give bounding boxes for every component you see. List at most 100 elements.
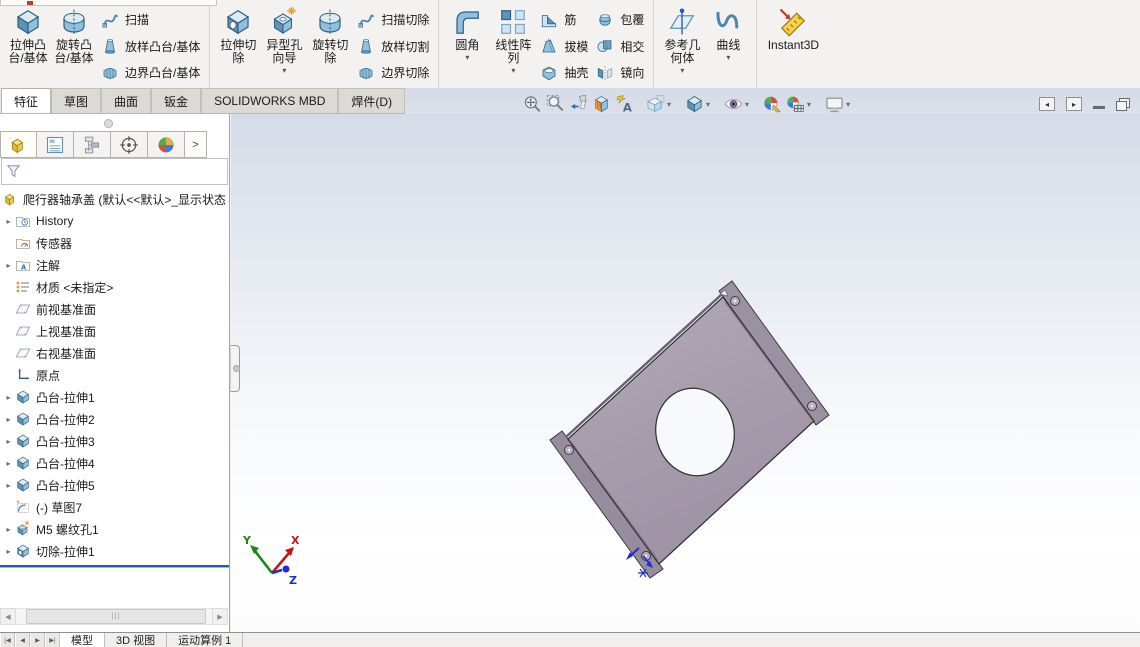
scroll-left-button[interactable]: ◀	[0, 608, 16, 625]
linear-pattern-dropdown-icon[interactable]: ▾	[511, 67, 515, 75]
section-view-button[interactable]	[591, 94, 612, 114]
minimize-button[interactable]	[1093, 106, 1105, 109]
tree-filter-bar[interactable]	[1, 158, 228, 185]
tree-item-right-plane[interactable]: 右视基准面	[0, 342, 229, 364]
rollback-bar[interactable]	[0, 565, 229, 567]
propertymanager-tab[interactable]	[37, 131, 74, 158]
dimxpertmanager-tab[interactable]	[111, 131, 148, 158]
nav-last-button[interactable]: ▶|	[45, 633, 60, 647]
panel-splitter-grip[interactable]	[104, 119, 113, 128]
expand-arrow-icon[interactable]: ▸	[2, 393, 15, 402]
display-style-button[interactable]: ▾	[684, 94, 713, 114]
3d-views-tab[interactable]: 3D 视图	[105, 633, 168, 647]
tab-surfaces[interactable]: 曲面	[101, 88, 152, 113]
reference-geometry-dropdown-icon[interactable]: ▾	[680, 67, 684, 75]
model-tab[interactable]: 模型	[60, 633, 105, 647]
tree-item-cut-extrude1[interactable]: ▸ 切除-拉伸1	[0, 540, 229, 562]
linear-pattern-button[interactable]: 线性阵列 ▾	[490, 6, 536, 86]
nav-next-button[interactable]: ▶	[30, 633, 45, 647]
tree-root-item[interactable]: 爬行器轴承盖 (默认<<默认>_显示状态	[0, 188, 229, 210]
draft-button[interactable]: 拔模	[540, 34, 588, 59]
restore-button[interactable]	[1116, 97, 1130, 111]
hide-show-items-dropdown-icon[interactable]: ▾	[745, 100, 749, 109]
collapse-pane-left-button[interactable]: ◂	[1039, 97, 1055, 111]
featuremanager-tree-tab[interactable]	[0, 131, 37, 158]
tab-features[interactable]: 特征	[1, 88, 52, 113]
expand-arrow-icon[interactable]: ▸	[2, 217, 15, 226]
scroll-right-button[interactable]: ▶	[212, 608, 228, 625]
scrollbar-thumb[interactable]: |||	[26, 609, 206, 624]
mirror-button[interactable]: 镜向	[596, 60, 644, 85]
zoom-to-fit-button[interactable]	[522, 94, 543, 114]
wrap-button[interactable]: 包覆	[596, 7, 644, 32]
tree-item-boss-extrude3[interactable]: ▸ 凸台-拉伸3	[0, 430, 229, 452]
tree-item-history[interactable]: ▸ History	[0, 210, 229, 232]
hole-wizard-dropdown-icon[interactable]: ▾	[282, 67, 286, 75]
tree-item-material[interactable]: 材质 <未指定>	[0, 276, 229, 298]
displaymanager-tab[interactable]	[148, 131, 185, 158]
boundary-boss-button[interactable]: 边界凸台/基体	[101, 60, 200, 85]
tab-sketch[interactable]: 草图	[51, 88, 102, 113]
tree-item-boss-extrude1[interactable]: ▸ 凸台-拉伸1	[0, 386, 229, 408]
view-settings-button[interactable]: ▾	[824, 94, 853, 114]
model-main-plate[interactable]	[565, 289, 815, 565]
nav-prev-button[interactable]: ◀	[15, 633, 30, 647]
tree-item-front-plane[interactable]: 前视基准面	[0, 298, 229, 320]
tree-item-sensors[interactable]: 传感器	[0, 232, 229, 254]
shell-button[interactable]: 抽壳	[540, 60, 588, 85]
panel-splitter-handle[interactable]	[230, 345, 240, 392]
revolve-boss-button[interactable]: 旋转凸台/基体	[51, 6, 97, 86]
expand-arrow-icon[interactable]: ▸	[2, 547, 15, 556]
part-model-3d-view[interactable]: Y X Z	[231, 114, 1140, 633]
apply-scene-button[interactable]: ▾	[785, 94, 814, 114]
expand-arrow-icon[interactable]: ▸	[2, 437, 15, 446]
collapse-pane-right-button[interactable]: ▸	[1066, 97, 1082, 111]
previous-view-button[interactable]	[568, 94, 589, 114]
scrollbar-track[interactable]: |||	[16, 608, 212, 625]
hide-show-annotations-button[interactable]	[614, 94, 635, 114]
reference-geometry-button[interactable]: 参考几何体 ▾	[659, 6, 705, 86]
fillet-dropdown-icon[interactable]: ▾	[465, 54, 469, 62]
tree-item-annotations[interactable]: ▸ 注解	[0, 254, 229, 276]
tree-item-boss-extrude5[interactable]: ▸ 凸台-拉伸5	[0, 474, 229, 496]
nav-first-button[interactable]: |◀	[0, 633, 15, 647]
tree-item-boss-extrude4[interactable]: ▸ 凸台-拉伸4	[0, 452, 229, 474]
tree-item-origin[interactable]: 原点	[0, 364, 229, 386]
sweep-button[interactable]: 扫描	[101, 7, 200, 32]
intersect-button[interactable]: 相交	[596, 34, 644, 59]
hole-wizard-button[interactable]: 异型孔向导 ▾	[261, 6, 307, 86]
fillet-button[interactable]: 圆角 ▾	[444, 6, 490, 86]
tree-item-sketch7[interactable]: (-) 草图7	[0, 496, 229, 518]
loft-button[interactable]: 放样凸台/基体	[101, 34, 200, 59]
expand-arrow-icon[interactable]: ▸	[2, 481, 15, 490]
tab-weldments[interactable]: 焊件(D)	[338, 88, 406, 113]
zoom-to-area-button[interactable]	[545, 94, 566, 114]
apply-scene-dropdown-icon[interactable]: ▾	[807, 100, 811, 109]
tab-sheet-metal[interactable]: 钣金	[151, 88, 202, 113]
view-settings-dropdown-icon[interactable]: ▾	[846, 100, 850, 109]
hide-show-items-button[interactable]: ▾	[723, 94, 752, 114]
extrude-boss-button[interactable]: 拉伸凸台/基体	[5, 6, 51, 86]
panel-flyout-arrow[interactable]: >	[185, 131, 207, 158]
expand-arrow-icon[interactable]: ▸	[2, 459, 15, 468]
loft-cut-button[interactable]: 放样切割	[357, 34, 429, 59]
curves-dropdown-icon[interactable]: ▾	[726, 54, 730, 62]
revolve-cut-button[interactable]: 旋转切除	[307, 6, 353, 86]
expand-arrow-icon[interactable]: ▸	[2, 261, 15, 270]
expand-arrow-icon[interactable]: ▸	[2, 525, 15, 534]
rib-button[interactable]: 筋	[540, 7, 588, 32]
configurationmanager-tab[interactable]	[74, 131, 111, 158]
motion-study-tab[interactable]: 运动算例 1	[167, 633, 244, 647]
tab-solidworks-mbd[interactable]: SOLIDWORKS MBD	[201, 88, 339, 113]
expand-arrow-icon[interactable]: ▸	[2, 415, 15, 424]
extrude-cut-button[interactable]: 拉伸切除	[215, 6, 261, 86]
view-orientation-dropdown-icon[interactable]: ▾	[667, 100, 671, 109]
instant3d-button[interactable]: Instant3D	[762, 6, 824, 86]
curves-button[interactable]: 曲线 ▾	[705, 6, 751, 86]
tree-item-m5-thread-hole[interactable]: ▸ M5 螺纹孔1	[0, 518, 229, 540]
sweep-cut-button[interactable]: 扫描切除	[357, 7, 429, 32]
graphics-viewport[interactable]: Y X Z	[231, 114, 1140, 633]
view-orientation-button[interactable]: ▾	[645, 94, 674, 114]
display-style-dropdown-icon[interactable]: ▾	[706, 100, 710, 109]
edit-appearance-button[interactable]	[762, 94, 783, 114]
